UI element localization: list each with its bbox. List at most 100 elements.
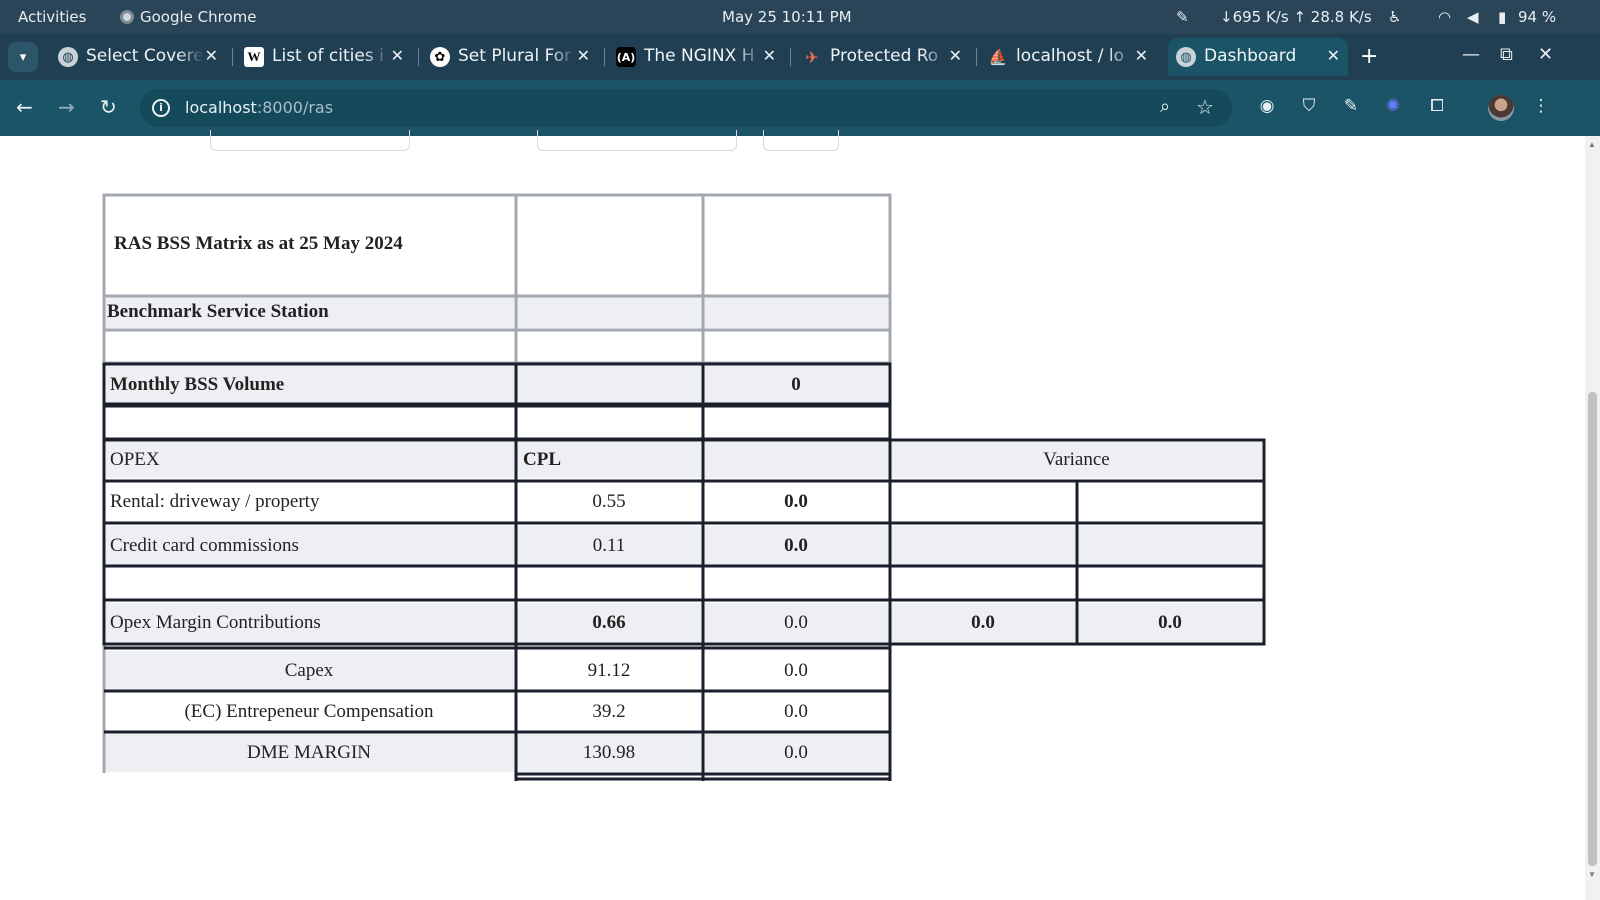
scroll-up-icon[interactable]: ▲ bbox=[1588, 140, 1596, 149]
tab-title: Protected Ro bbox=[830, 46, 948, 66]
nginx-icon: (A) bbox=[616, 47, 636, 67]
tab-select-covered[interactable]: ◍ Select Covere ✕ bbox=[50, 38, 226, 76]
battery-icon[interactable]: ▮ bbox=[1498, 8, 1506, 26]
summary-cpl: 130.98 bbox=[582, 742, 636, 763]
tab-protected-route[interactable]: ✈ Protected Ro ✕ bbox=[794, 38, 970, 76]
activities-button[interactable]: Activities bbox=[18, 8, 86, 26]
globe-icon: ◍ bbox=[1176, 47, 1196, 67]
eyedropper-extension-icon[interactable]: ✎ bbox=[1340, 96, 1362, 118]
row-value: 0.0 bbox=[784, 491, 808, 512]
tab-title: The NGINX H bbox=[644, 46, 762, 66]
summary-label: Capex bbox=[284, 659, 334, 681]
zoom-icon[interactable]: ⌕ bbox=[1160, 96, 1170, 117]
monthly-volume-label: Monthly BSS Volume bbox=[110, 373, 285, 395]
minimize-icon[interactable]: — bbox=[1462, 44, 1480, 65]
openai-icon: ✿ bbox=[430, 47, 450, 67]
screenshot-extension-icon[interactable]: ◉ bbox=[1256, 96, 1278, 118]
summary-label: DME MARGIN bbox=[246, 742, 372, 763]
close-icon[interactable]: ✕ bbox=[577, 46, 590, 65]
tab-divider bbox=[232, 48, 233, 66]
table-title: RAS BSS Matrix as at 25 May 2024 bbox=[114, 233, 403, 254]
summary-value: 0.0 bbox=[784, 700, 808, 722]
address-bar[interactable]: i localhost:8000/ras ⌕ ☆ bbox=[140, 89, 1232, 127]
tab-search-button[interactable]: ▾ bbox=[8, 42, 38, 72]
app-name: Google Chrome bbox=[140, 8, 257, 26]
accessibility-icon[interactable]: ♿ bbox=[1388, 8, 1401, 26]
cpl-header: CPL bbox=[523, 449, 561, 470]
tab-title: Dashboard bbox=[1204, 46, 1297, 66]
window-close-icon[interactable]: ✕ bbox=[1538, 44, 1553, 65]
scroll-down-icon[interactable]: ▼ bbox=[1588, 870, 1596, 879]
sparkle-extension-icon[interactable]: ✺ bbox=[1382, 96, 1404, 118]
site-info-icon[interactable]: i bbox=[152, 99, 170, 117]
row-label: Rental: driveway / property bbox=[110, 491, 320, 512]
close-icon[interactable]: ✕ bbox=[391, 46, 404, 65]
page-content: RAS BSS Matrix as at 25 May 2024 Benchma… bbox=[0, 130, 1600, 900]
tab-title: List of cities i bbox=[272, 46, 390, 66]
forward-icon[interactable]: → bbox=[58, 95, 75, 119]
close-icon[interactable]: ✕ bbox=[1135, 46, 1148, 65]
vertical-scrollbar[interactable]: ▲ ▼ bbox=[1585, 136, 1600, 900]
tab-title: Set Plural For bbox=[458, 46, 576, 66]
tab-nginx[interactable]: (A) The NGINX H ✕ bbox=[608, 38, 784, 76]
opex-margin-label: Opex Margin Contributions bbox=[110, 611, 321, 633]
monthly-volume-value: 0 bbox=[791, 373, 801, 395]
profile-avatar[interactable] bbox=[1488, 95, 1514, 121]
summary-cpl: 91.12 bbox=[587, 659, 631, 681]
tab-dashboard[interactable]: ◍ Dashboard ✕ bbox=[1168, 38, 1348, 76]
color-picker-icon[interactable]: ✎ bbox=[1176, 8, 1189, 26]
opex-margin-variance-2: 0.0 bbox=[1158, 611, 1182, 633]
close-icon[interactable]: ✕ bbox=[205, 46, 218, 65]
url-host: localhost bbox=[185, 98, 257, 117]
globe-icon: ◍ bbox=[58, 47, 78, 67]
clock[interactable]: May 25 10:11 PM bbox=[722, 8, 852, 26]
reload-icon[interactable]: ↻ bbox=[100, 95, 117, 119]
opex-margin-cpl: 0.66 bbox=[592, 611, 626, 633]
close-icon[interactable]: ✕ bbox=[763, 46, 776, 65]
row-cpl: 0.55 bbox=[592, 491, 626, 512]
tab-divider bbox=[790, 48, 791, 66]
tab-divider bbox=[604, 48, 605, 66]
wifi-icon[interactable]: ◠ bbox=[1438, 8, 1451, 26]
tab-divider bbox=[976, 48, 977, 66]
row-label: Credit card commissions bbox=[110, 534, 299, 556]
benchmark-label: Benchmark Service Station bbox=[107, 301, 329, 322]
url-text[interactable]: localhost:8000/ras bbox=[185, 98, 333, 117]
tab-title: Select Covere bbox=[86, 46, 204, 66]
extensions-puzzle-icon[interactable]: ⧠ bbox=[1426, 96, 1448, 118]
protected-route-icon: ✈ bbox=[805, 47, 819, 67]
tab-title: localhost / lo bbox=[1016, 46, 1134, 66]
browser-toolbar: ← → ↻ i localhost:8000/ras ⌕ ☆ ◉ ⛉ ✎ ✺ ⧠… bbox=[0, 80, 1600, 136]
tab-divider bbox=[418, 48, 419, 66]
close-icon[interactable]: ✕ bbox=[949, 46, 962, 65]
network-speed: ↓695 K/s ↑ 28.8 K/s bbox=[1220, 8, 1372, 26]
opex-header: OPEX bbox=[110, 449, 160, 470]
system-top-bar: Activities Google Chrome May 25 10:11 PM… bbox=[0, 0, 1600, 34]
kebab-menu-icon[interactable]: ⋮ bbox=[1530, 96, 1552, 118]
bookmark-star-icon[interactable]: ☆ bbox=[1196, 95, 1214, 119]
restore-icon[interactable]: ⧉ bbox=[1500, 44, 1513, 65]
back-icon[interactable]: ← bbox=[16, 95, 33, 119]
battery-percent: 94 % bbox=[1518, 8, 1557, 26]
summary-cpl: 39.2 bbox=[592, 700, 626, 722]
volume-icon[interactable]: ◀ bbox=[1467, 8, 1479, 26]
new-tab-icon[interactable]: + bbox=[1360, 44, 1378, 69]
opex-margin-value: 0.0 bbox=[784, 611, 808, 633]
variance-header: Variance bbox=[1043, 449, 1110, 470]
wikipedia-icon: W bbox=[244, 47, 264, 67]
summary-value: 0.0 bbox=[784, 742, 808, 763]
shield-extension-icon[interactable]: ⛉ bbox=[1298, 96, 1320, 118]
summary-value: 0.0 bbox=[784, 659, 808, 681]
scrollbar-thumb[interactable] bbox=[1588, 392, 1597, 866]
close-icon[interactable]: ✕ bbox=[1327, 46, 1340, 65]
opex-margin-variance-1: 0.0 bbox=[971, 611, 995, 633]
chrome-icon bbox=[120, 10, 134, 24]
tab-set-plural-forms[interactable]: ✿ Set Plural For ✕ bbox=[422, 38, 598, 76]
tab-phpmyadmin[interactable]: ⛵ localhost / lo ✕ bbox=[980, 38, 1156, 76]
row-value: 0.0 bbox=[784, 534, 808, 556]
url-path: :8000/ras bbox=[256, 98, 334, 117]
app-menu[interactable]: Google Chrome bbox=[120, 8, 257, 26]
tab-list-of-cities[interactable]: W List of cities i ✕ bbox=[236, 38, 412, 76]
row-cpl: 0.11 bbox=[592, 534, 626, 556]
summary-label: (EC) Entrepeneur Compensation bbox=[184, 700, 434, 722]
